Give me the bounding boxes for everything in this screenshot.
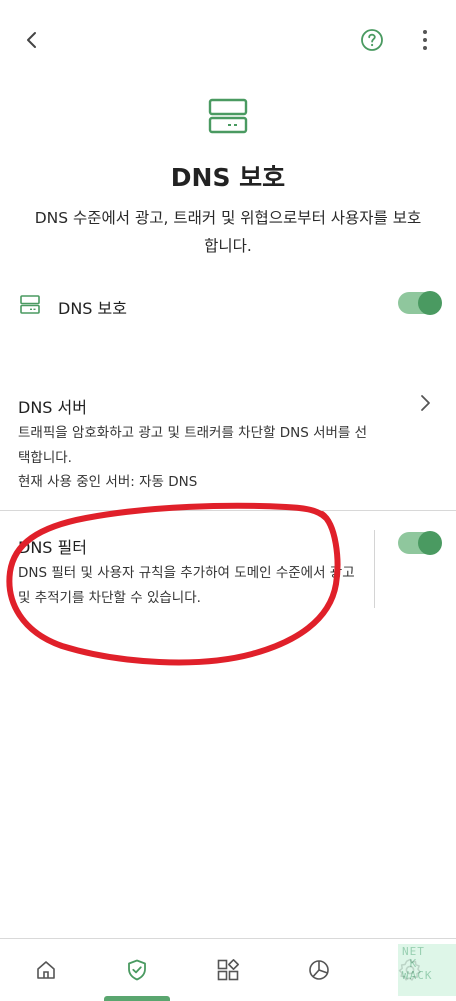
toggle-knob xyxy=(418,531,442,555)
nav-protection[interactable] xyxy=(91,939,182,1001)
home-icon xyxy=(36,961,55,979)
dns-filter-description: DNS 필터 및 사용자 규칙을 추가하여 도메인 수준에서 광고 및 추적기를… xyxy=(18,565,355,606)
dns-protection-toggle[interactable] xyxy=(398,291,442,315)
nav-statistics[interactable] xyxy=(273,939,364,1001)
apps-grid-icon xyxy=(217,959,239,981)
nav-home[interactable] xyxy=(0,939,91,1001)
active-tab-indicator xyxy=(104,996,170,1001)
dns-filter-toggle[interactable] xyxy=(398,531,442,555)
chevron-right-icon xyxy=(421,395,430,411)
dns-filter-title: DNS 필터 xyxy=(18,538,87,557)
page-title: DNS 보호 xyxy=(170,163,286,192)
shield-check-icon xyxy=(127,959,146,981)
top-app-bar xyxy=(0,0,456,80)
help-button[interactable] xyxy=(355,22,389,58)
annotation-circle xyxy=(6,502,341,666)
question-circle-icon xyxy=(361,29,383,51)
dns-protection-row[interactable]: DNS 보호 xyxy=(0,280,456,330)
watermark-logo: NET K WACK xyxy=(398,944,456,996)
back-button[interactable] xyxy=(14,22,50,58)
page-subtitle: DNS 수준에서 광고, 트래커 및 위협으로부터 사용자를 보호합니다. xyxy=(34,209,422,255)
vertical-divider xyxy=(374,530,375,608)
pie-chart-icon xyxy=(308,960,329,980)
nav-apps[interactable] xyxy=(182,939,273,1001)
dns-server-title: DNS 서버 xyxy=(18,398,87,417)
dns-server-description: 트래픽을 암호화하고 광고 및 트래커를 차단할 DNS 서버를 선택합니다. xyxy=(18,425,368,466)
more-options-button[interactable] xyxy=(410,22,440,58)
dns-server-icon xyxy=(20,295,40,314)
dns-server-icon xyxy=(208,98,248,134)
dns-protection-label: DNS 보호 xyxy=(58,299,127,318)
chevron-left-icon xyxy=(27,32,36,48)
more-vertical-icon xyxy=(423,30,427,50)
dns-server-section[interactable]: DNS 서버 트래픽을 암호화하고 광고 및 트래커를 차단할 DNS 서버를 … xyxy=(0,388,456,498)
bottom-navigation xyxy=(0,938,456,1001)
section-divider xyxy=(0,510,456,511)
toggle-knob xyxy=(418,291,442,315)
dns-filter-section[interactable]: DNS 필터 DNS 필터 및 사용자 규칙을 추가하여 도메인 수준에서 광고… xyxy=(0,528,456,618)
dns-server-current: 현재 사용 중인 서버: 자동 DNS xyxy=(18,474,198,490)
